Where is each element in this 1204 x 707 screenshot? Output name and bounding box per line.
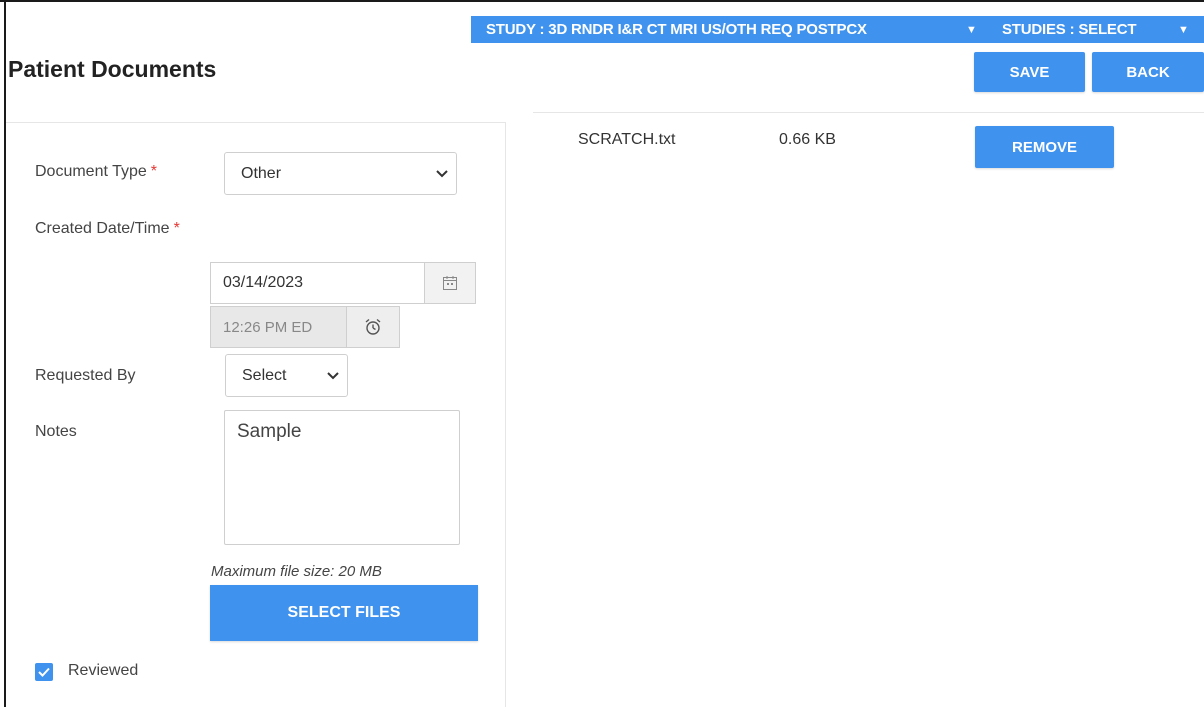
file-size: 0.66 KB bbox=[779, 131, 836, 148]
document-type-value: Other bbox=[241, 164, 282, 182]
study-bar: STUDY : 3D RNDR I&R CT MRI US/OTH REQ PO… bbox=[471, 16, 1204, 43]
required-marker: * bbox=[173, 220, 180, 237]
chevron-down-icon bbox=[327, 371, 339, 379]
reviewed-checkbox[interactable] bbox=[35, 663, 53, 681]
calendar-icon bbox=[443, 276, 457, 290]
page-title: Patient Documents bbox=[8, 56, 217, 82]
check-icon bbox=[38, 667, 50, 677]
chevron-down-icon bbox=[436, 169, 448, 177]
form-panel-right-border bbox=[505, 122, 506, 707]
study-label: STUDY : 3D RNDR I&R CT MRI US/OTH REQ PO… bbox=[486, 21, 867, 38]
window-top-border bbox=[0, 0, 1204, 2]
save-button-label: SAVE bbox=[1009, 63, 1050, 81]
header-divider bbox=[533, 112, 1204, 113]
studies-selector[interactable]: STUDIES : SELECT bbox=[1002, 16, 1137, 43]
remove-button-label: REMOVE bbox=[1011, 138, 1077, 156]
file-name: SCRATCH.txt bbox=[578, 131, 676, 148]
document-type-label: Document Type * bbox=[35, 163, 157, 181]
requested-by-label: Requested By bbox=[35, 367, 136, 384]
time-picker-button[interactable] bbox=[346, 306, 400, 348]
select-files-button[interactable]: SELECT FILES bbox=[210, 585, 478, 641]
alarm-clock-icon bbox=[365, 318, 381, 335]
requested-by-value: Select bbox=[242, 366, 287, 384]
created-datetime-label-text: Created Date/Time bbox=[35, 220, 170, 237]
reviewed-label: Reviewed bbox=[68, 662, 139, 679]
back-button-label: BACK bbox=[1126, 63, 1170, 81]
notes-textarea[interactable]: Sample bbox=[224, 410, 460, 545]
max-file-size-hint: Maximum file size: 20 MB bbox=[211, 563, 382, 580]
notes-label: Notes bbox=[35, 423, 77, 440]
requested-by-select[interactable]: Select bbox=[225, 354, 348, 397]
time-input[interactable]: 12:26 PM ED bbox=[210, 306, 348, 348]
time-value: 12:26 PM ED bbox=[223, 318, 313, 336]
study-selector[interactable]: STUDY : 3D RNDR I&R CT MRI US/OTH REQ PO… bbox=[486, 16, 867, 43]
studies-label: STUDIES : SELECT bbox=[1002, 21, 1137, 38]
calendar-button[interactable] bbox=[424, 262, 476, 304]
back-button[interactable]: BACK bbox=[1092, 52, 1204, 92]
study-caret-icon[interactable]: ▼ bbox=[966, 16, 977, 43]
document-type-select[interactable]: Other bbox=[224, 152, 457, 195]
select-files-label: SELECT FILES bbox=[287, 604, 401, 621]
document-type-label-text: Document Type bbox=[35, 163, 147, 180]
save-button[interactable]: SAVE bbox=[974, 52, 1085, 92]
date-value: 03/14/2023 bbox=[223, 274, 304, 291]
required-marker: * bbox=[150, 163, 157, 180]
created-datetime-label: Created Date/Time * bbox=[35, 220, 180, 238]
studies-caret-icon[interactable]: ▼ bbox=[1178, 16, 1189, 43]
date-input[interactable]: 03/14/2023 bbox=[210, 262, 425, 304]
remove-file-button[interactable]: REMOVE bbox=[975, 126, 1114, 168]
notes-value: Sample bbox=[237, 421, 302, 442]
form-panel-top-border bbox=[6, 122, 506, 123]
window-left-border bbox=[4, 0, 6, 707]
